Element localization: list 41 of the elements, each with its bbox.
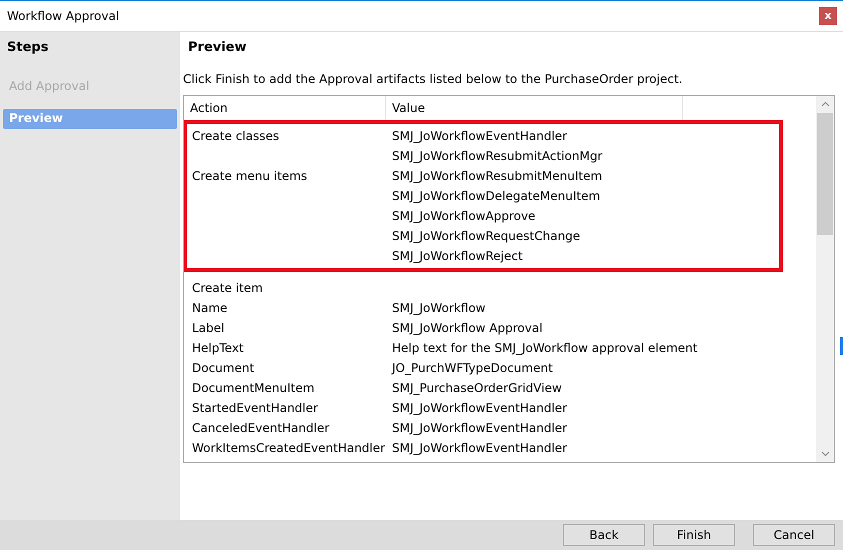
- scrollbar[interactable]: [816, 96, 834, 462]
- action-cell-text: Create item: [191, 281, 264, 295]
- value-cell-text: Help text for the SMJ_JoWorkflow approval element: [391, 341, 698, 355]
- action-cell-text: StartedEventHandler: [191, 401, 319, 415]
- action-cell-text: Name: [191, 301, 228, 315]
- dialog-button[interactable]: Cancel: [753, 524, 835, 546]
- window-title: Workflow Approval: [7, 9, 120, 23]
- action-cell-text: Create menu items: [191, 169, 308, 183]
- value-cell-text: SMJ_JoWorkflow Approval: [391, 321, 544, 335]
- action-cell-text: Create classes: [191, 129, 280, 143]
- scroll-down-icon[interactable]: [820, 451, 830, 457]
- dialog-button[interactable]: Finish: [653, 524, 735, 546]
- value-cell-text: SMJ_JoWorkflowResubmitActionMgr: [391, 149, 604, 163]
- instruction-text: Click Finish to add the Approval artifacts listed below to the PurchaseOrder project.: [183, 72, 684, 86]
- value-cell-text: SMJ_JoWorkflowEventHandler: [391, 129, 568, 143]
- value-cell-text: SMJ_JoWorkflowResubmitMenuItem: [391, 169, 604, 183]
- action-cell-text: Label: [191, 321, 226, 335]
- value-cell-text: JO_PurchWFTypeDocument: [390, 361, 554, 375]
- action-cell-text: CanceledEventHandler: [191, 421, 330, 435]
- action-cell-text: HelpText: [191, 341, 245, 355]
- value-cell-text: SMJ_JoWorkflowDelegateMenuItem: [391, 189, 602, 203]
- page-title: Preview: [187, 40, 248, 55]
- scroll-thumb[interactable]: [817, 113, 833, 235]
- column-header[interactable]: Action: [184, 96, 386, 120]
- value-cell-text: SMJ_JoWorkflowRequestChange: [391, 229, 582, 243]
- edge-marker: [840, 337, 843, 355]
- column-header[interactable]: Value: [386, 96, 683, 120]
- action-cell-text: Document: [191, 361, 256, 375]
- value-cell-text: SMJ_JoWorkflowReject: [391, 249, 524, 263]
- value-cell-text: SMJ_JoWorkflow: [391, 301, 486, 315]
- scroll-up-icon[interactable]: [820, 101, 830, 107]
- value-cell-text: SMJ_PurchaseOrderGridView: [391, 381, 563, 395]
- action-cell-text: DocumentMenuItem: [191, 381, 316, 395]
- action-cell-text: WorkItemsCreatedEventHandler: [191, 441, 386, 455]
- value-cell-text: SMJ_JoWorkflowApprove: [391, 209, 536, 223]
- value-cell-text: SMJ_JoWorkflowEventHandler: [391, 421, 568, 435]
- value-cell-text: SMJ_JoWorkflowEventHandler: [391, 441, 568, 455]
- dialog-button[interactable]: Back: [563, 524, 645, 546]
- sidebar-title: Steps: [6, 40, 50, 55]
- value-cell-text: SMJ_JoWorkflowEventHandler: [391, 401, 568, 415]
- close-button[interactable]: x: [819, 7, 837, 25]
